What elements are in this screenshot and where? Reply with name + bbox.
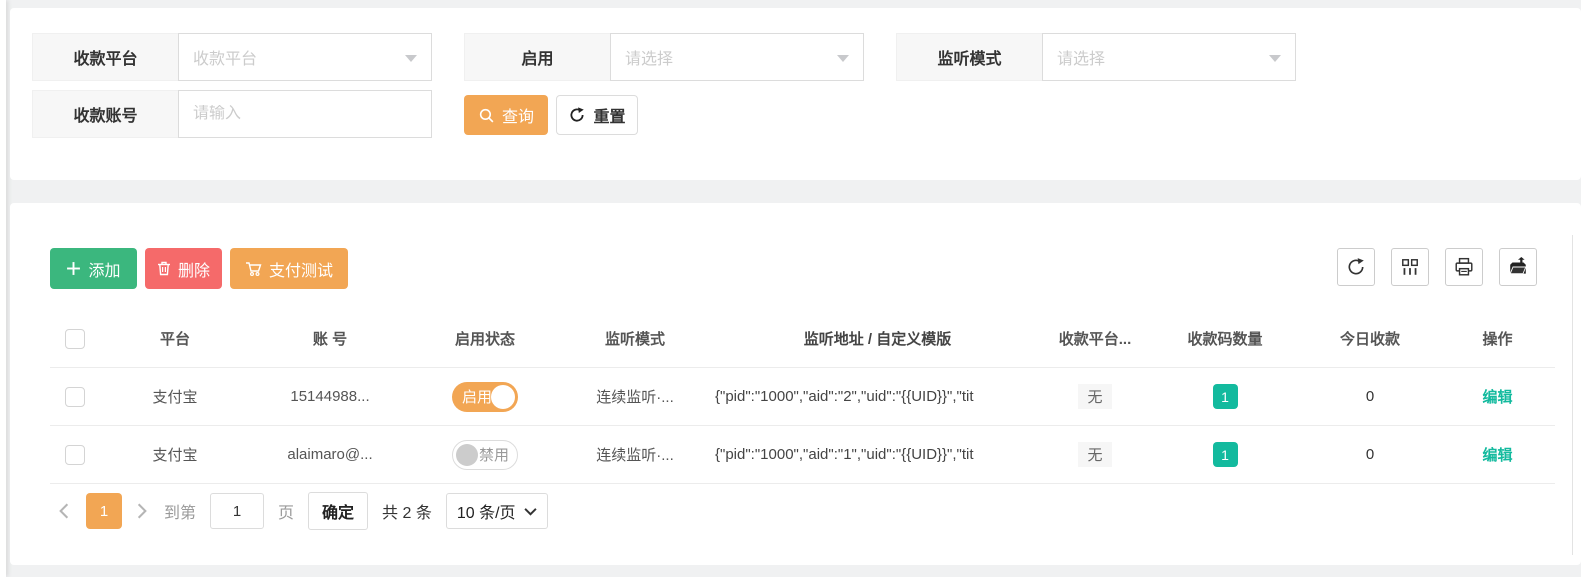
chevron-down-icon — [837, 55, 849, 62]
cell-template: {"pid":"1000","aid":"1","uid":"{{UID}}",… — [710, 446, 1040, 463]
table-header-row: 平台 账 号 启用状态 监听模式 监听地址 / 自定义模版 收款平台... 收款… — [50, 310, 1555, 368]
table-panel: 添加 删除 支付测试 — [10, 203, 1581, 565]
qr-count-badge[interactable]: 1 — [1213, 384, 1238, 409]
table-row: 支付宝 15144988... 启用 连续监听·... {"pid":"1000… — [50, 368, 1555, 426]
next-page-button[interactable] — [136, 500, 150, 522]
header-action: 操作 — [1440, 328, 1555, 349]
pay-test-button-label: 支付测试 — [269, 257, 333, 281]
chevron-down-icon — [1269, 55, 1281, 62]
qr-count-badge[interactable]: 1 — [1213, 442, 1238, 467]
header-account: 账 号 — [250, 328, 410, 349]
columns-toggle-button[interactable] — [1391, 248, 1429, 286]
cell-platform: 支付宝 — [100, 386, 250, 407]
filter-group-enabled: 启用 请选择 — [464, 33, 864, 81]
reset-button-label: 重置 — [593, 103, 625, 127]
listen-mode-filter-placeholder: 请选择 — [1057, 45, 1105, 69]
header-platform: 平台 — [100, 328, 250, 349]
page-size-select[interactable]: 10 条/页 — [446, 493, 548, 529]
enabled-filter-placeholder: 请选择 — [625, 45, 673, 69]
prev-page-button[interactable] — [58, 500, 72, 522]
cell-template: {"pid":"1000","aid":"2","uid":"{{UID}}",… — [710, 388, 1040, 405]
edit-link[interactable]: 编辑 — [1482, 444, 1512, 465]
columns-icon — [1400, 257, 1420, 277]
header-qr-count: 收款码数量 — [1150, 328, 1300, 349]
cell-today: 0 — [1300, 388, 1440, 405]
pay-test-button[interactable]: 支付测试 — [230, 248, 348, 289]
filter-panel: 收款平台 收款平台 启用 请选择 监听模式 请选择 收款账号 查询 — [10, 8, 1581, 180]
fixed-column-divider — [1572, 235, 1573, 555]
plus-icon — [66, 261, 81, 276]
goto-page-input[interactable] — [210, 493, 264, 529]
page-size-label: 10 条/页 — [457, 499, 516, 523]
listen-mode-filter-select[interactable]: 请选择 — [1042, 33, 1296, 81]
chevron-left-icon — [58, 502, 70, 520]
toggle-knob — [456, 444, 478, 466]
edit-link[interactable]: 编辑 — [1482, 386, 1512, 407]
row-checkbox[interactable] — [65, 387, 85, 407]
cell-platform-extra: 无 — [1078, 442, 1111, 467]
search-button-label: 查询 — [502, 103, 534, 127]
chevron-down-icon — [524, 507, 537, 516]
goto-prefix-label: 到第 — [164, 499, 196, 523]
platform-filter-label: 收款平台 — [32, 33, 178, 81]
filter-group-account: 收款账号 — [32, 90, 432, 138]
header-status: 启用状态 — [410, 328, 560, 349]
left-edge-strip — [0, 0, 6, 577]
export-icon — [1508, 257, 1528, 277]
search-icon — [478, 107, 495, 124]
search-button[interactable]: 查询 — [464, 95, 548, 135]
cart-icon — [245, 261, 262, 277]
goto-confirm-button[interactable]: 确定 — [308, 492, 368, 530]
filter-group-listen-mode: 监听模式 请选择 — [896, 33, 1296, 81]
platform-filter-placeholder: 收款平台 — [193, 45, 257, 69]
pagination: 1 到第 页 确定 共 2 条 10 条/页 — [58, 491, 548, 531]
print-button[interactable] — [1445, 248, 1483, 286]
header-listen-mode: 监听模式 — [560, 328, 710, 349]
table-row: 支付宝 alaimaro@... 禁用 连续监听·... {"pid":"100… — [50, 426, 1555, 484]
cell-today: 0 — [1300, 446, 1440, 463]
cell-platform: 支付宝 — [100, 444, 250, 465]
platform-filter-select[interactable]: 收款平台 — [178, 33, 432, 81]
goto-suffix-label: 页 — [278, 499, 294, 523]
cell-platform-extra: 无 — [1078, 384, 1111, 409]
header-platform-extra: 收款平台... — [1040, 328, 1150, 349]
add-button-label: 添加 — [88, 257, 120, 281]
select-all-checkbox[interactable] — [65, 329, 85, 349]
row-checkbox[interactable] — [65, 445, 85, 465]
refresh-icon — [1346, 257, 1366, 277]
cell-listen-mode: 连续监听·... — [560, 444, 710, 465]
status-toggle-label: 启用 — [462, 386, 492, 407]
chevron-right-icon — [136, 502, 148, 520]
toggle-knob — [491, 385, 515, 409]
filter-group-platform: 收款平台 收款平台 — [32, 33, 432, 81]
trash-icon — [157, 261, 171, 276]
listen-mode-filter-label: 监听模式 — [896, 33, 1042, 81]
header-template: 监听地址 / 自定义模版 — [710, 328, 1040, 349]
reset-button[interactable]: 重置 — [556, 95, 638, 135]
status-toggle-label: 禁用 — [479, 444, 509, 465]
add-button[interactable]: 添加 — [50, 248, 137, 289]
cell-account: alaimaro@... — [250, 446, 410, 463]
export-button[interactable] — [1499, 248, 1537, 286]
account-input[interactable] — [193, 105, 417, 123]
header-today: 今日收款 — [1300, 328, 1440, 349]
refresh-icon — [568, 106, 586, 124]
cell-account: 15144988... — [250, 388, 410, 405]
chevron-down-icon — [405, 55, 417, 62]
cell-listen-mode: 连续监听·... — [560, 386, 710, 407]
status-toggle-on[interactable]: 启用 — [452, 382, 518, 412]
enabled-filter-label: 启用 — [464, 33, 610, 81]
total-count-label: 共 2 条 — [382, 499, 432, 523]
delete-button[interactable]: 删除 — [145, 248, 222, 289]
active-page-button[interactable]: 1 — [86, 493, 122, 529]
status-toggle-off[interactable]: 禁用 — [452, 440, 518, 470]
account-filter-label: 收款账号 — [32, 90, 178, 138]
printer-icon — [1454, 257, 1474, 277]
delete-button-label: 删除 — [178, 257, 210, 281]
enabled-filter-select[interactable]: 请选择 — [610, 33, 864, 81]
refresh-table-button[interactable] — [1337, 248, 1375, 286]
